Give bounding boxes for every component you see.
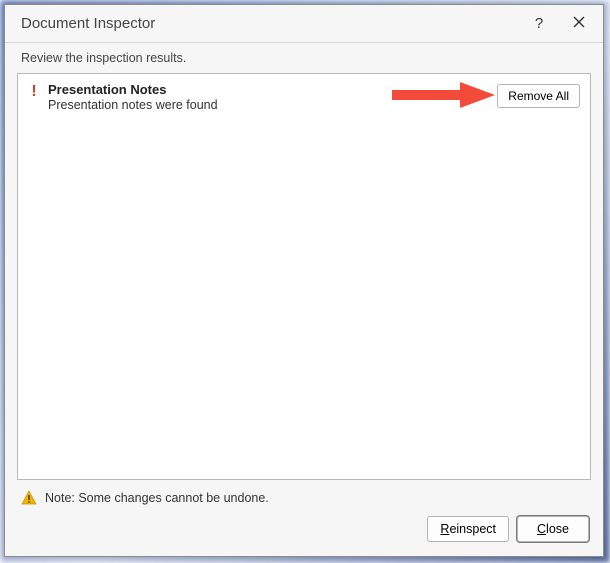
help-icon: ? [535, 15, 543, 32]
instruction-text: Review the inspection results. [5, 43, 603, 73]
result-text-block: Presentation Notes Presentation notes we… [44, 82, 489, 112]
remove-all-button[interactable]: Remove All [497, 84, 580, 108]
close-icon [573, 15, 585, 32]
exclamation-icon: ! [24, 82, 44, 101]
titlebar-close-button[interactable] [559, 9, 599, 39]
dialog-title: Document Inspector [21, 15, 519, 32]
result-item: ! Presentation Notes Presentation notes … [18, 74, 590, 120]
note-row: Note: Some changes cannot be undone. [5, 480, 603, 506]
results-panel: ! Presentation Notes Presentation notes … [17, 73, 591, 480]
document-inspector-dialog: Document Inspector ? Review the inspecti… [4, 4, 604, 557]
dialog-button-row: Reinspect Close [5, 506, 603, 556]
warning-icon [21, 490, 37, 506]
result-title: Presentation Notes [48, 82, 489, 97]
help-button[interactable]: ? [519, 9, 559, 39]
note-text: Note: Some changes cannot be undone. [45, 491, 269, 505]
close-button[interactable]: Close [517, 516, 589, 542]
titlebar: Document Inspector ? [5, 5, 603, 43]
result-description: Presentation notes were found [48, 98, 489, 112]
reinspect-button[interactable]: Reinspect [427, 516, 509, 542]
